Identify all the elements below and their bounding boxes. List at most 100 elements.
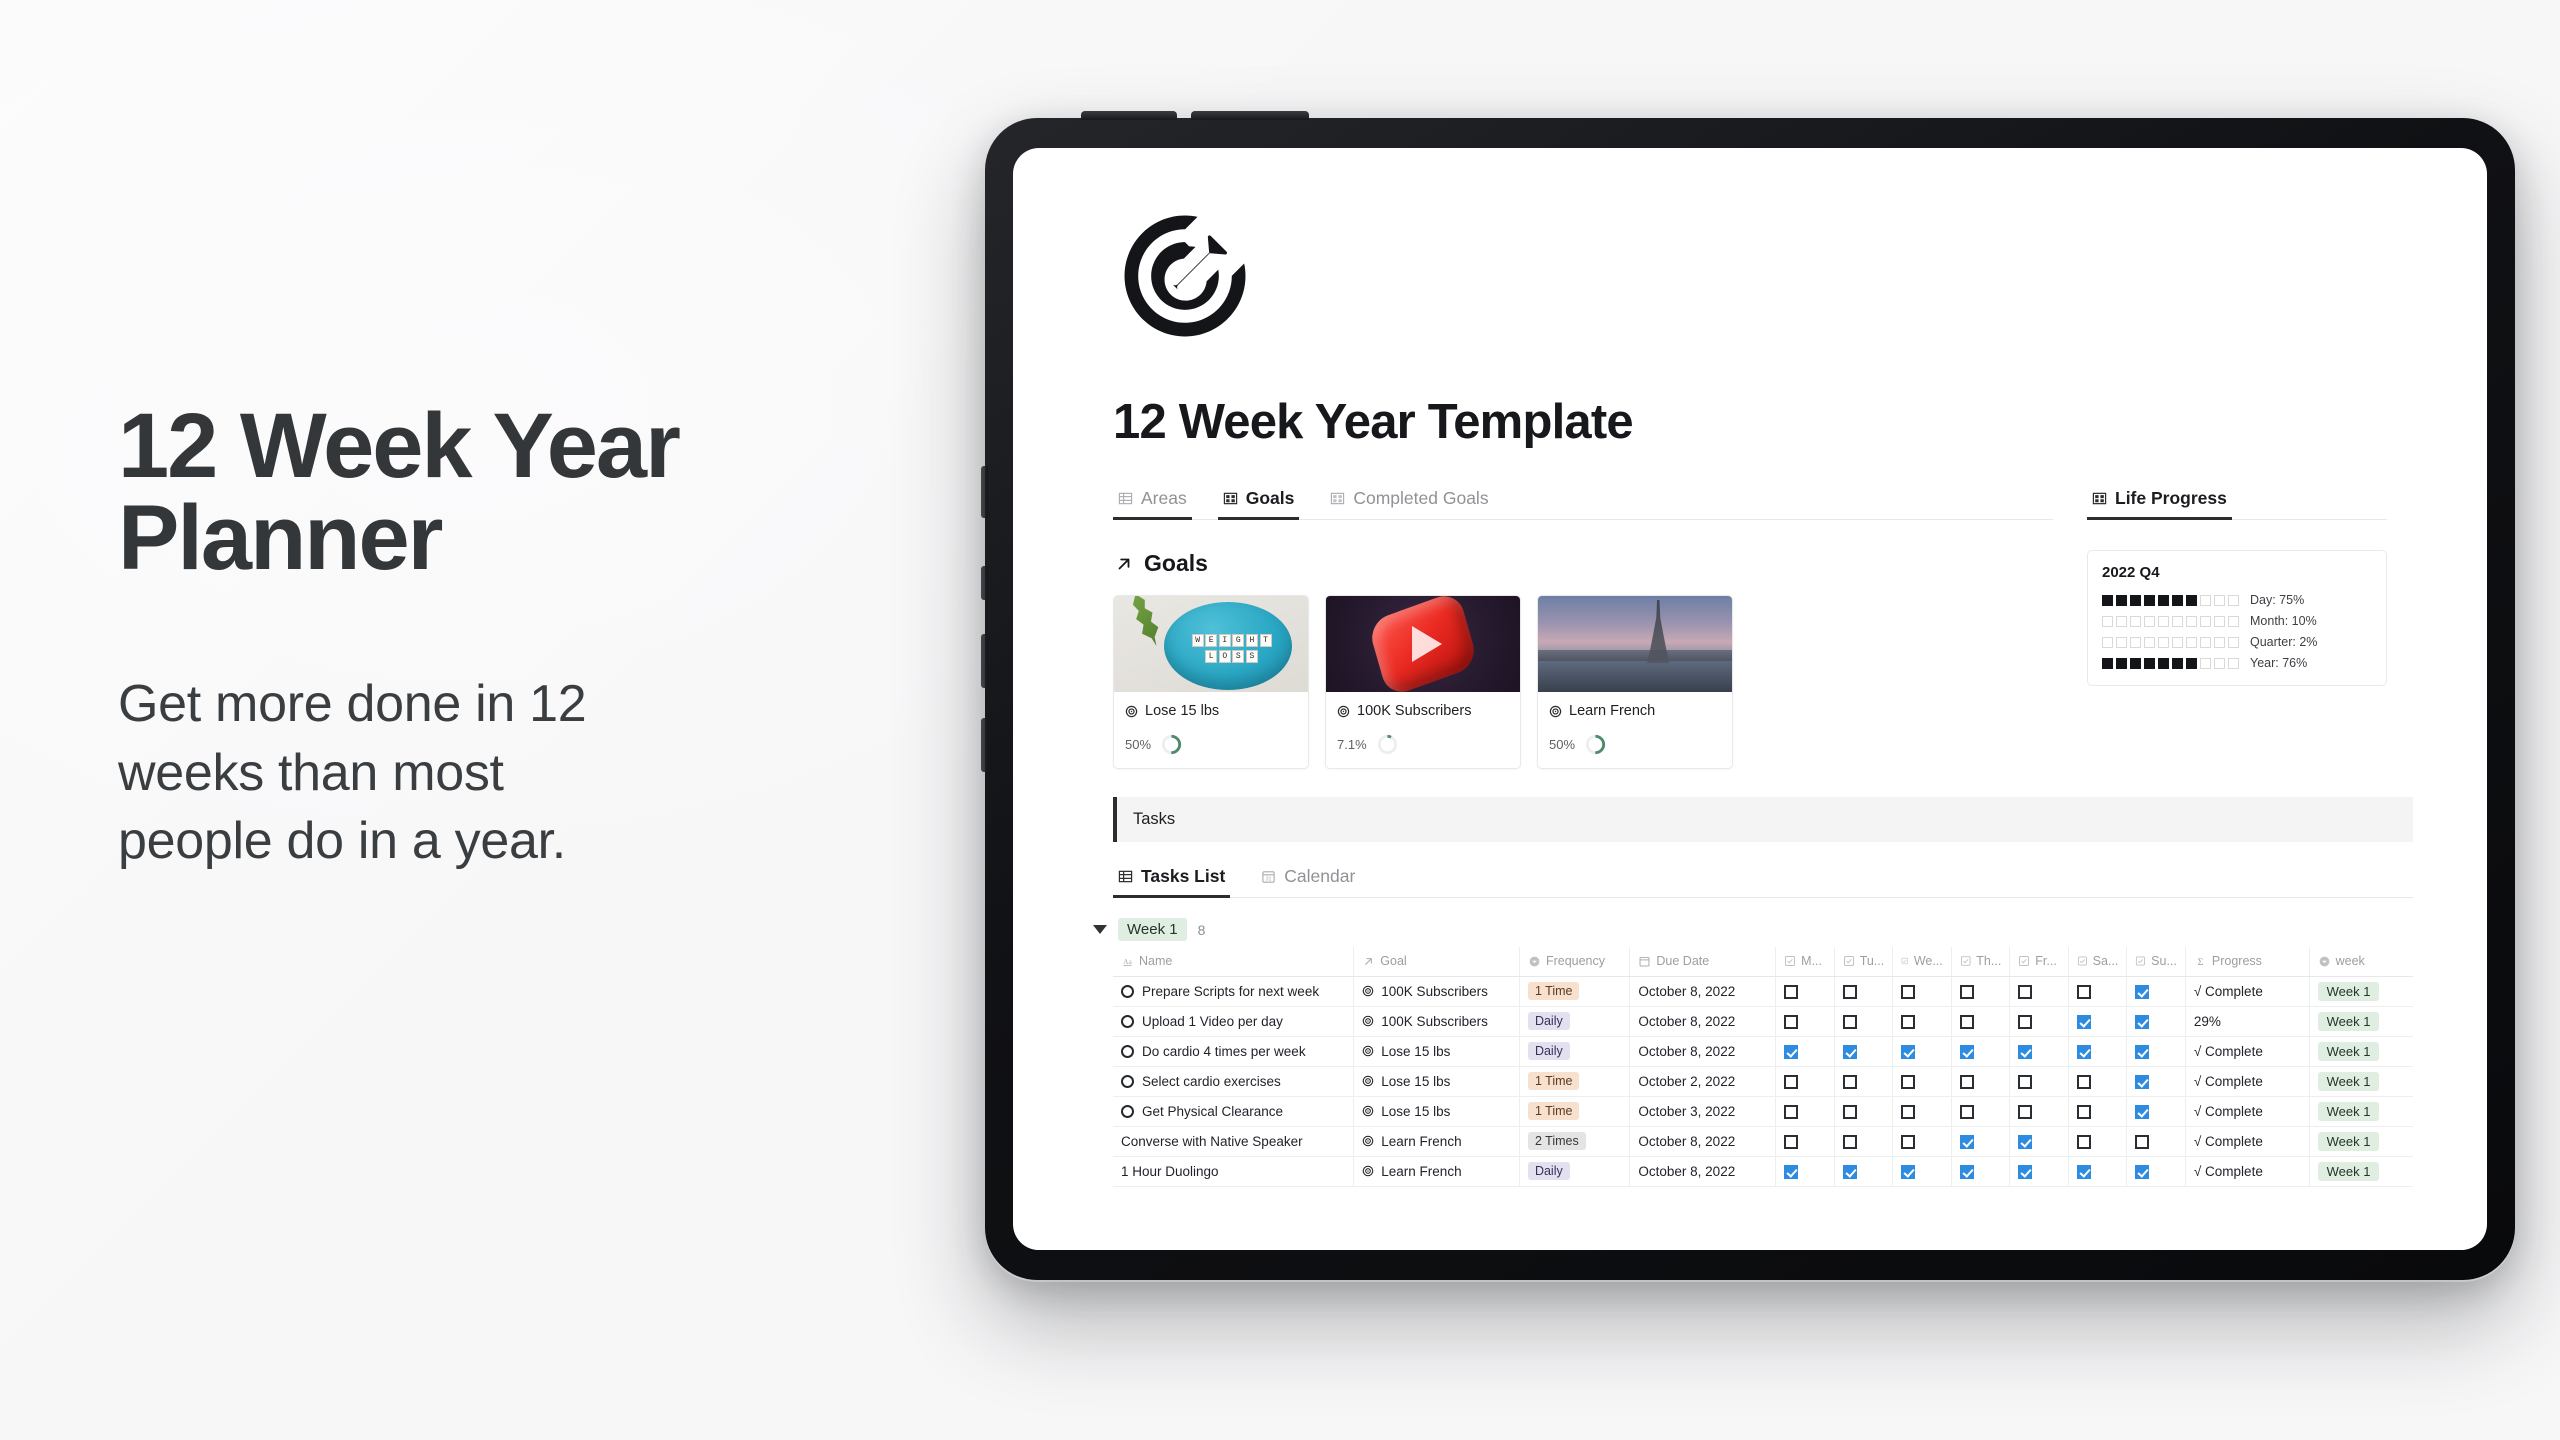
day-checkbox-monday[interactable] [1784, 1044, 1799, 1059]
cell-friday[interactable] [2009, 1006, 2069, 1037]
day-checkbox-sunday[interactable] [2135, 1134, 2150, 1149]
day-checkbox-monday[interactable] [1784, 1104, 1799, 1119]
cell-thursday[interactable] [1951, 1156, 2011, 1187]
task-status-circle-icon[interactable] [1121, 1104, 1134, 1118]
table-row[interactable]: Converse with Native Speaker Learn French… [1113, 1126, 2413, 1157]
col-header-sunday[interactable]: Su... [2126, 947, 2186, 977]
cell-saturday[interactable] [2068, 1126, 2128, 1157]
day-checkbox-monday[interactable] [1784, 1014, 1799, 1029]
cell-friday[interactable] [2009, 1096, 2069, 1127]
day-checkbox-monday[interactable] [1784, 984, 1799, 999]
col-header-goal[interactable]: Goal [1353, 947, 1520, 977]
cell-due-date[interactable]: October 3, 2022 [1629, 1096, 1777, 1127]
cell-friday[interactable] [2009, 1036, 2069, 1067]
table-row[interactable]: Do cardio 4 times per week Lose 15 lbs Dai… [1113, 1036, 2413, 1067]
day-checkbox-thursday[interactable] [1959, 1104, 1974, 1119]
day-checkbox-wednesday[interactable] [1901, 1134, 1916, 1149]
cell-name[interactable]: Select cardio exercises [1113, 1066, 1355, 1097]
col-header-frequency[interactable]: Frequency [1519, 947, 1631, 977]
cell-tuesday[interactable] [1834, 1156, 1894, 1187]
task-status-circle-icon[interactable] [1121, 1014, 1134, 1028]
cell-wednesday[interactable] [1892, 1096, 1952, 1127]
cell-wednesday[interactable] [1892, 1126, 1952, 1157]
cell-week[interactable]: Week 1 [2309, 1126, 2413, 1157]
life-progress-panel[interactable]: 2022 Q4 Day: 75% Month: 10% Quarter: 2% … [2087, 550, 2387, 686]
cell-due-date[interactable]: October 8, 2022 [1629, 1036, 1777, 1067]
day-checkbox-friday[interactable] [2018, 1014, 2033, 1029]
day-checkbox-saturday[interactable] [2076, 1044, 2091, 1059]
cell-name[interactable]: Do cardio 4 times per week [1113, 1036, 1355, 1067]
table-row[interactable]: Get Physical Clearance Lose 15 lbs 1 Time O… [1113, 1096, 2413, 1127]
cell-name[interactable]: Upload 1 Video per day [1113, 1006, 1355, 1037]
tab-completed-goals[interactable]: Completed Goals [1325, 488, 1493, 520]
cell-wednesday[interactable] [1892, 1036, 1952, 1067]
cell-frequency[interactable]: 2 Times [1519, 1126, 1631, 1157]
cell-sunday[interactable] [2126, 976, 2186, 1007]
cell-monday[interactable] [1775, 1066, 1835, 1097]
col-header-progress[interactable]: Σ Progress [2185, 947, 2310, 977]
cell-monday[interactable] [1775, 1036, 1835, 1067]
cell-tuesday[interactable] [1834, 1066, 1894, 1097]
cell-sunday[interactable] [2126, 1036, 2186, 1067]
cell-thursday[interactable] [1951, 1096, 2011, 1127]
cell-monday[interactable] [1775, 1096, 1835, 1127]
cell-week[interactable]: Week 1 [2309, 1096, 2413, 1127]
cell-goal[interactable]: 100K Subscribers [1353, 976, 1520, 1007]
day-checkbox-tuesday[interactable] [1842, 1104, 1857, 1119]
cell-frequency[interactable]: 1 Time [1519, 1066, 1631, 1097]
col-header-name[interactable]: Aa Name [1113, 947, 1355, 977]
task-status-circle-icon[interactable] [1121, 1074, 1134, 1088]
table-row[interactable]: Prepare Scripts for next week 100K Subscr… [1113, 976, 2413, 1007]
cell-sunday[interactable] [2126, 1006, 2186, 1037]
day-checkbox-friday[interactable] [2018, 1074, 2033, 1089]
cell-goal[interactable]: Learn French [1353, 1156, 1520, 1187]
day-checkbox-sunday[interactable] [2135, 1164, 2150, 1179]
day-checkbox-thursday[interactable] [1959, 1014, 1974, 1029]
tab-life-progress[interactable]: Life Progress [2087, 488, 2232, 520]
cell-name[interactable]: 1 Hour Duolingo [1113, 1156, 1355, 1187]
day-checkbox-thursday[interactable] [1959, 1164, 1974, 1179]
day-checkbox-saturday[interactable] [2076, 1074, 2091, 1089]
cell-frequency[interactable]: Daily [1519, 1006, 1631, 1037]
day-checkbox-sunday[interactable] [2135, 984, 2150, 999]
cell-goal[interactable]: Learn French [1353, 1126, 1520, 1157]
day-checkbox-tuesday[interactable] [1842, 1014, 1857, 1029]
table-row[interactable]: Upload 1 Video per day 100K Subscribers Da… [1113, 1006, 2413, 1037]
cell-sunday[interactable] [2126, 1156, 2186, 1187]
col-header-wednesday[interactable]: We... [1892, 947, 1952, 977]
day-checkbox-friday[interactable] [2018, 1134, 2033, 1149]
day-checkbox-wednesday[interactable] [1901, 984, 1916, 999]
goal-card[interactable]: W E I G H T L O S S Lose 15 lbs 50% [1113, 595, 1309, 769]
day-checkbox-friday[interactable] [2018, 1044, 2033, 1059]
cell-wednesday[interactable] [1892, 976, 1952, 1007]
cell-thursday[interactable] [1951, 976, 2011, 1007]
col-header-monday[interactable]: M... [1775, 947, 1835, 977]
cell-goal[interactable]: Lose 15 lbs [1353, 1066, 1520, 1097]
cell-saturday[interactable] [2068, 1066, 2128, 1097]
cell-due-date[interactable]: October 8, 2022 [1629, 976, 1777, 1007]
tab-goals[interactable]: Goals [1217, 488, 1300, 520]
cell-name[interactable]: Prepare Scripts for next week [1113, 976, 1355, 1007]
cell-tuesday[interactable] [1834, 1006, 1894, 1037]
cell-thursday[interactable] [1951, 1036, 2011, 1067]
day-checkbox-friday[interactable] [2018, 1164, 2033, 1179]
cell-wednesday[interactable] [1892, 1006, 1952, 1037]
cell-friday[interactable] [2009, 1126, 2069, 1157]
cell-friday[interactable] [2009, 1156, 2069, 1187]
col-header-due-date[interactable]: Due Date [1629, 947, 1777, 977]
day-checkbox-wednesday[interactable] [1901, 1164, 1916, 1179]
day-checkbox-friday[interactable] [2018, 1104, 2033, 1119]
day-checkbox-thursday[interactable] [1959, 1074, 1974, 1089]
collapse-caret-icon[interactable] [1093, 925, 1107, 934]
cell-week[interactable]: Week 1 [2309, 1036, 2413, 1067]
day-checkbox-friday[interactable] [2018, 984, 2033, 999]
cell-sunday[interactable] [2126, 1066, 2186, 1097]
tab-calendar[interactable]: 31 Calendar [1256, 866, 1360, 898]
cell-tuesday[interactable] [1834, 1096, 1894, 1127]
cell-due-date[interactable]: October 8, 2022 [1629, 1156, 1777, 1187]
goal-card[interactable]: Learn French 50% [1537, 595, 1733, 769]
col-header-tuesday[interactable]: Tu... [1834, 947, 1894, 977]
tab-areas[interactable]: Areas [1113, 488, 1192, 520]
day-checkbox-monday[interactable] [1784, 1164, 1799, 1179]
day-checkbox-sunday[interactable] [2135, 1014, 2150, 1029]
